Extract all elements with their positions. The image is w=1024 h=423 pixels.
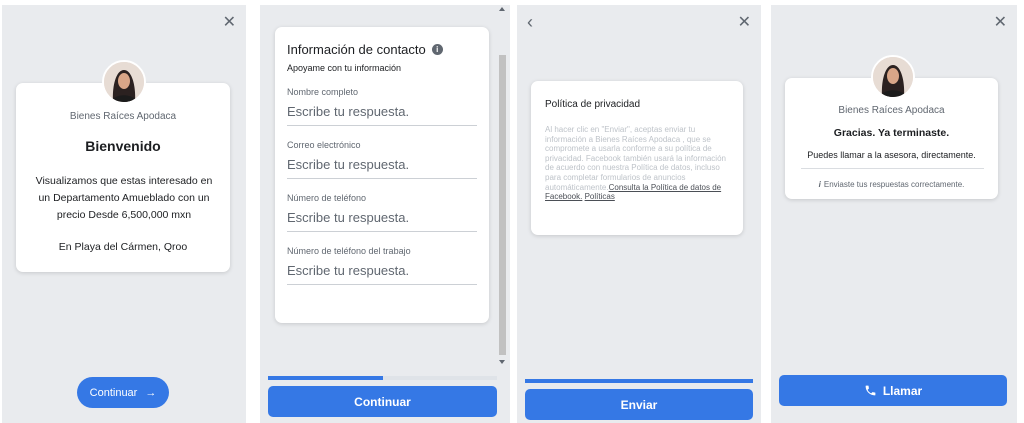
- privacy-screen: ‹ ✕ Política de privacidad Al hacer clic…: [517, 5, 761, 423]
- call-message: Puedes llamar a la asesora, directamente…: [807, 150, 976, 160]
- contact-card: Información de contacto i Apoyame con tu…: [275, 27, 489, 323]
- continue-label: Continuar: [89, 386, 138, 399]
- privacy-card: Política de privacidad Al hacer clic en …: [531, 81, 743, 235]
- contact-subtitle: Apoyame con tu información: [287, 63, 402, 73]
- form-field: Correo electrónico Escribe tu respuesta.: [287, 140, 477, 179]
- privacy-text: Al hacer clic en "Enviar", aceptas envia…: [545, 125, 731, 202]
- confirmation-row: i Enviaste tus respuestas correctamente.: [785, 180, 998, 189]
- contact-section-title: Información de contacto: [287, 42, 426, 57]
- avatar: [102, 60, 146, 104]
- form-field: Número de teléfono del trabajo Escribe t…: [287, 246, 477, 285]
- privacy-title: Política de privacidad: [545, 99, 641, 110]
- field-label: Número de teléfono del trabajo: [287, 246, 411, 256]
- continue-button[interactable]: Continuar: [268, 386, 497, 417]
- contact-form-screen: Información de contacto i Apoyame con tu…: [260, 5, 510, 423]
- progress-fill: [268, 376, 383, 380]
- call-label: Llamar: [882, 383, 923, 398]
- close-icon[interactable]: ✕: [994, 15, 1007, 31]
- work-phone-input[interactable]: Escribe tu respuesta.: [287, 256, 477, 285]
- phone-input[interactable]: Escribe tu respuesta.: [287, 203, 477, 232]
- continue-label: Continuar: [354, 394, 411, 409]
- divider: [801, 168, 984, 169]
- policies-link[interactable]: Políticas: [585, 192, 615, 201]
- submit-label: Enviar: [620, 397, 658, 412]
- avatar: [871, 55, 915, 99]
- form-field: Nombre completo Escribe tu respuesta.: [287, 87, 477, 126]
- info-icon[interactable]: i: [431, 44, 443, 55]
- agent-photo: [104, 62, 144, 102]
- agent-photo: [873, 57, 913, 97]
- company-name: Bienes Raíces Apodaca: [838, 105, 945, 116]
- info-icon: i: [818, 180, 821, 189]
- progress-bar: [525, 379, 753, 383]
- form-field: Número de teléfono Escribe tu respuesta.: [287, 193, 477, 232]
- company-name: Bienes Raíces Apodaca: [69, 111, 177, 122]
- confirmation-text: Enviaste tus respuestas correctamente.: [823, 180, 965, 189]
- close-icon[interactable]: ✕: [223, 15, 236, 31]
- submit-button[interactable]: Enviar: [525, 389, 753, 420]
- scroll-up-icon[interactable]: [499, 7, 505, 11]
- back-icon[interactable]: ‹: [527, 13, 533, 31]
- full-name-input[interactable]: Escribe tu respuesta.: [287, 97, 477, 126]
- field-label: Nombre completo: [287, 87, 359, 97]
- welcome-description: Visualizamos que estas interesado en un …: [35, 175, 213, 221]
- scroll-down-icon[interactable]: [499, 360, 505, 364]
- progress-fill: [525, 379, 753, 383]
- phone-icon: [865, 385, 876, 396]
- field-label: Número de teléfono: [287, 193, 367, 203]
- welcome-title: Bienvenido: [85, 138, 161, 154]
- scrollbar-thumb[interactable]: [499, 55, 506, 355]
- progress-bar: [268, 376, 497, 380]
- email-input[interactable]: Escribe tu respuesta.: [287, 150, 477, 179]
- thank-you-heading: Gracias. Ya terminaste.: [833, 127, 950, 139]
- location-text: En Playa del Cármen, Qroo: [58, 241, 188, 253]
- welcome-screen: ✕ Bienes Raíces Apodaca Bienvenido Visua…: [2, 5, 246, 423]
- call-button[interactable]: Llamar: [779, 375, 1007, 406]
- continue-button[interactable]: Continuar →: [77, 377, 169, 408]
- arrow-right-icon: →: [145, 386, 157, 399]
- thank-you-screen: ✕ Bienes Raíces Apodaca Gracias. Ya term…: [771, 5, 1017, 423]
- close-icon[interactable]: ✕: [738, 15, 751, 31]
- field-label: Correo electrónico: [287, 140, 361, 150]
- scrollbar[interactable]: [498, 5, 507, 365]
